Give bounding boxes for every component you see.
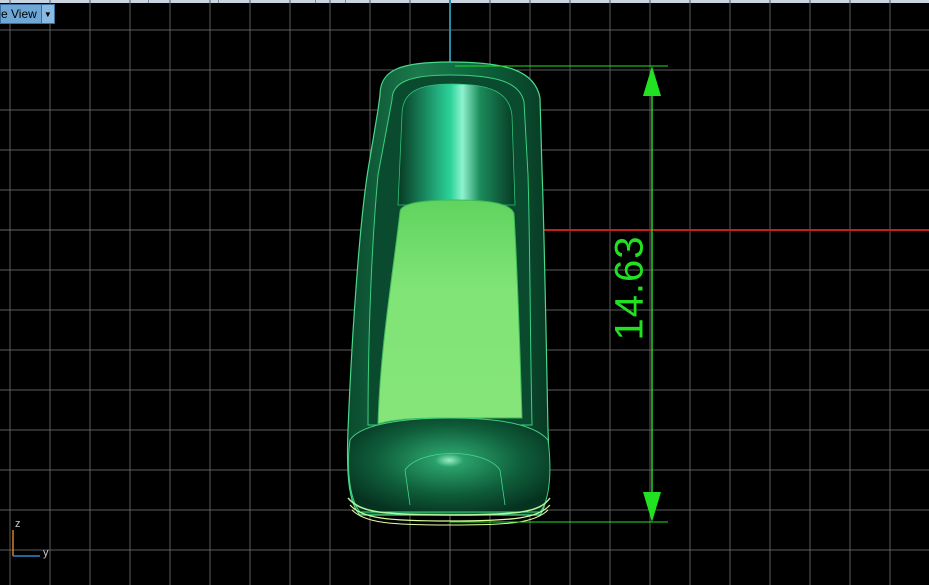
view-selector-dropdown[interactable]: e View ▼ bbox=[0, 4, 55, 24]
3d-viewport[interactable]: 14.63 e View ▼ z y bbox=[0, 0, 929, 585]
axis-label-z: z bbox=[15, 518, 21, 530]
chevron-down-icon[interactable]: ▼ bbox=[40, 5, 54, 23]
viewport-canvas bbox=[0, 0, 929, 585]
view-selector-label: e View bbox=[1, 7, 37, 21]
shoe-model[interactable] bbox=[346, 61, 551, 526]
axis-label-y: y bbox=[43, 547, 49, 559]
axis-gizmo-icon: z y bbox=[10, 518, 60, 563]
dimension-value: 14.63 bbox=[607, 235, 652, 341]
